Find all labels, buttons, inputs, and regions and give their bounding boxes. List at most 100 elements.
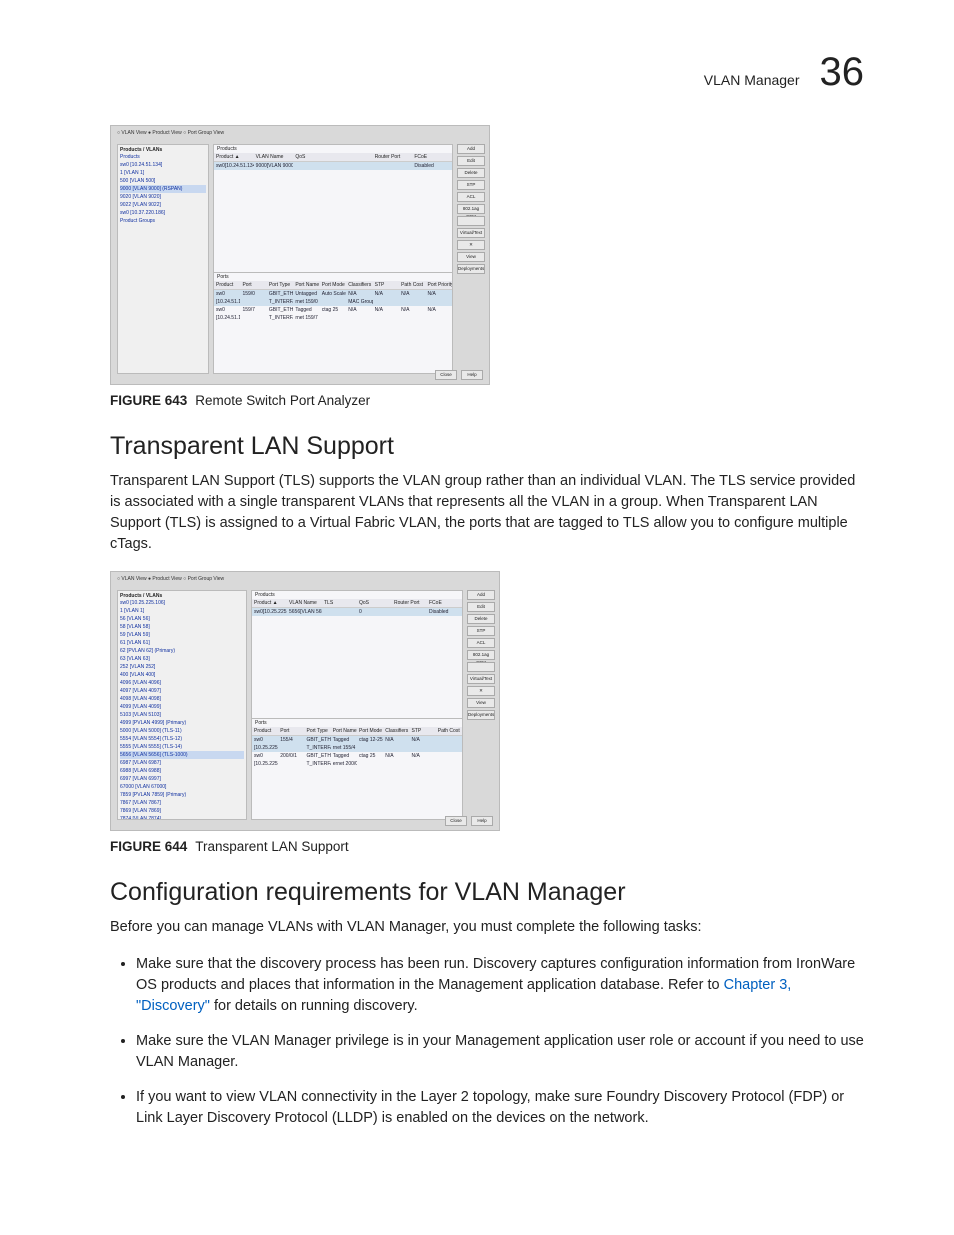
cell: Port Mode <box>357 728 383 734</box>
cell: FCoE <box>412 154 452 160</box>
ports-row[interactable]: sw0200/0/1GBIT_ETHERNET FortyGigabitEthT… <box>252 752 462 760</box>
cell: 159/0 <box>240 291 266 297</box>
tree-item[interactable]: 1 [VLAN 1] <box>120 607 244 615</box>
ports-row[interactable]: [10.24.51.134]T_INTERFACErnet 159/7 <box>214 314 452 322</box>
tree-item[interactable]: 5000 [VLAN 5000] (TLS-11) <box>120 727 244 735</box>
panel-button[interactable]: Help <box>471 816 493 826</box>
cell: [10.24.51.134] <box>214 299 240 305</box>
ports-row[interactable]: sw0159/0GBIT_ETHERNET TenGigabitEtheUnta… <box>214 290 452 298</box>
tree-item[interactable]: 7859 [PVLAN 7859] (Primary) <box>120 791 244 799</box>
view-tabs[interactable]: ○ VLAN View ● Product View ○ Port Group … <box>117 576 224 582</box>
tree-item[interactable]: 9000 [VLAN 9000] (RSPAN) <box>120 185 206 193</box>
tree-item[interactable]: 5656 [VLAN 5656] (TLS-1000) <box>120 751 244 759</box>
tree-item[interactable]: 4098 [VLAN 4098] <box>120 695 244 703</box>
panel-button[interactable]: ✕ <box>467 686 495 696</box>
tree-item[interactable]: 400 [VLAN 400] <box>120 671 244 679</box>
tree-item[interactable]: 4099 [VLAN 4099] <box>120 703 244 711</box>
ports-row[interactable]: [10.25.225.106T_INTERFACErnet 155/4 <box>252 744 462 752</box>
tree-item[interactable]: 62 [PVLAN 62] (Primary) <box>120 647 244 655</box>
panel-button[interactable]: Help <box>461 370 483 380</box>
tree-item[interactable]: 7867 [VLAN 7867] <box>120 799 244 807</box>
cell: Router Port <box>392 600 427 606</box>
ports-row[interactable]: sw0155/4GBIT_ETHERNET TenGigabitEtheTagg… <box>252 736 462 744</box>
tree-item[interactable]: 500 [VLAN 500] <box>120 177 206 185</box>
cell: Port Type <box>267 282 293 288</box>
cell: Port Mode <box>320 282 346 288</box>
products-grid[interactable]: Products Product ▲VLAN NameQoSRouter Por… <box>213 144 453 374</box>
cell: [10.24.51.134] <box>214 315 240 321</box>
tree-item[interactable]: 7869 [VLAN 7869] <box>120 807 244 815</box>
tree-item[interactable]: 252 [VLAN 252] <box>120 663 244 671</box>
panel-button[interactable]: View <box>467 698 495 708</box>
cell: T_INTERFACE <box>305 745 331 751</box>
panel-button[interactable]: 802.1ag CFM <box>467 650 495 660</box>
panel-button[interactable]: ACL <box>457 192 485 202</box>
cell: 159/7 <box>240 307 266 313</box>
panel-button[interactable]: Edit <box>467 602 495 612</box>
tree-item[interactable]: sw0 [10.25.225.106] <box>120 599 244 607</box>
panel-button[interactable]: Deployments <box>467 710 495 720</box>
view-tabs[interactable]: ○ VLAN View ● Product View ○ Port Group … <box>117 130 224 136</box>
figure-644-screenshot: ○ VLAN View ● Product View ○ Port Group … <box>110 571 500 831</box>
tree-item[interactable]: 58 [VLAN 58] <box>120 623 244 631</box>
tree-item[interactable]: 6988 [VLAN 6988] <box>120 767 244 775</box>
ports-row[interactable]: [10.25.225.106T_INTERFACEernet 200/0/1 <box>252 760 462 768</box>
tree-item[interactable]: 5554 [VLAN 5554] (TLS-12) <box>120 735 244 743</box>
panel-button[interactable]: Add <box>457 144 485 154</box>
ports-row[interactable]: [10.24.51.134]T_INTERFACErnet 159/0MAC G… <box>214 298 452 306</box>
products-grid[interactable]: Products Product ▲VLAN NameTLSQoSRouter … <box>251 590 463 820</box>
products-vlan-tree[interactable]: Products / VLANs sw0 [10.25.225.106]1 [V… <box>117 590 247 820</box>
tree-item[interactable]: sw0 [10.24.51.134] <box>120 161 206 169</box>
panel-button[interactable]: Delete <box>457 168 485 178</box>
tree-item[interactable]: 4097 [VLAN 4097] <box>120 687 244 695</box>
panel-button[interactable]: View <box>457 252 485 262</box>
grid-row: sw0[10.25.225...5656[VLAN 565... 10000Di… <box>252 608 462 616</box>
ports-row[interactable]: sw0159/7GBIT_ETHERNET TenGigabitEtheTagg… <box>214 306 452 314</box>
tree-item[interactable]: Product Groups <box>120 217 206 225</box>
tree-item[interactable]: 6997 [VLAN 6997] <box>120 775 244 783</box>
ports-panel[interactable]: Ports ProductPortPort TypePort NamePort … <box>252 718 462 819</box>
tree-item[interactable]: 61 [VLAN 61] <box>120 639 244 647</box>
panel-button[interactable]: Close <box>445 816 467 826</box>
tree-item[interactable]: 67000 [VLAN 67000] <box>120 783 244 791</box>
ports-panel[interactable]: Ports ProductPortPort TypePort NamePort … <box>214 272 452 373</box>
panel-button[interactable]: STP <box>457 180 485 190</box>
products-vlan-tree[interactable]: Products / VLANs Productssw0 [10.24.51.1… <box>117 144 209 374</box>
tree-item[interactable]: 59 [VLAN 59] <box>120 631 244 639</box>
ports-header: ProductPortPort TypePort NamePort ModeCl… <box>214 281 452 290</box>
tree-item[interactable]: 9022 [VLAN 9022] <box>120 201 206 209</box>
tree-item[interactable]: 5555 [VLAN 5555] (TLS-14) <box>120 743 244 751</box>
panel-button[interactable]: Virtual/Text <box>467 674 495 684</box>
tree-item[interactable]: 63 [VLAN 63] <box>120 655 244 663</box>
cell: Tagged <box>331 753 357 759</box>
panel-button[interactable]: Delete <box>467 614 495 624</box>
panel-button[interactable]: STP <box>467 626 495 636</box>
panel-button[interactable]: Deployments <box>457 264 485 274</box>
panel-button[interactable]: Close <box>435 370 457 380</box>
panel-button[interactable]: 802.1ag CFM <box>457 204 485 214</box>
tree-item[interactable]: 9020 [VLAN 9020] <box>120 193 206 201</box>
panel-button[interactable]: Edit <box>457 156 485 166</box>
tree-item[interactable]: Products <box>120 153 206 161</box>
list-item: Make sure that the discovery process has… <box>136 954 864 1017</box>
cell: TLS <box>322 600 357 606</box>
panel-button[interactable] <box>467 662 495 672</box>
tree-item[interactable]: 4096 [VLAN 4096] <box>120 679 244 687</box>
panel-button[interactable]: ✕ <box>457 240 485 250</box>
panel-button[interactable]: ACL <box>467 638 495 648</box>
tree-item[interactable]: 7874 [VLAN 7874] <box>120 815 244 820</box>
tree-item[interactable]: 5103 [VLAN 5103] <box>120 711 244 719</box>
ports-header: ProductPortPort TypePort NamePort ModeCl… <box>252 727 462 736</box>
panel-button[interactable]: Virtual/Text <box>457 228 485 238</box>
tree-item[interactable]: 4999 [PVLAN 4999] (Primary) <box>120 719 244 727</box>
tree-item[interactable]: sw0 [10.37.220.186] <box>120 209 206 217</box>
panel-button[interactable]: Add <box>467 590 495 600</box>
cell: sw0 <box>252 737 278 743</box>
cell: Tagged <box>331 737 357 743</box>
cell: Path Cost <box>436 728 462 734</box>
tree-item[interactable]: 6987 [VLAN 6987] <box>120 759 244 767</box>
tree-item[interactable]: 1 [VLAN 1] <box>120 169 206 177</box>
cell: Router Port <box>373 154 413 160</box>
tree-item[interactable]: 56 [VLAN 56] <box>120 615 244 623</box>
panel-button[interactable] <box>457 216 485 226</box>
